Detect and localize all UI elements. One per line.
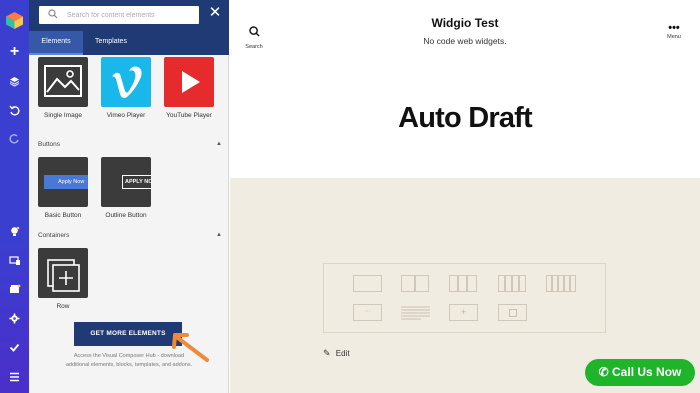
template-icon[interactable]	[498, 304, 527, 321]
menu-toggle[interactable]: ••• Menu	[659, 22, 689, 41]
layout-2-col[interactable]	[415, 275, 429, 292]
undo-icon[interactable]	[0, 99, 29, 121]
menu-icon[interactable]	[0, 366, 29, 388]
layout-4-col[interactable]	[519, 275, 526, 292]
section-containers[interactable]: Containers ▲	[38, 232, 222, 239]
element-youtube-player[interactable]: YouTube Player	[164, 57, 214, 120]
row-icon	[47, 259, 80, 292]
layout-4-col[interactable]	[512, 275, 519, 292]
vimeo-thumbnail	[101, 57, 151, 107]
site-description: No code web widgets.	[423, 36, 507, 46]
blank-element-icon[interactable]: ···	[353, 304, 382, 321]
layout-4-col[interactable]	[498, 275, 505, 292]
button-preview: APPLY NO	[122, 175, 151, 189]
layers-icon[interactable]	[0, 70, 29, 92]
play-icon	[182, 71, 200, 93]
section-buttons[interactable]: Buttons ▲	[38, 141, 222, 148]
collapse-icon[interactable]: ▲	[216, 232, 222, 238]
get-more-elements-button[interactable]: GET MORE ELEMENTS	[74, 322, 182, 346]
element-outline-button[interactable]: APPLY NO Outline Button	[101, 157, 151, 220]
image-icon	[44, 65, 82, 97]
search-box[interactable]	[39, 6, 199, 24]
redo-icon[interactable]	[0, 127, 29, 149]
edit-icon: ✎	[323, 348, 331, 358]
button-preview: Apply Now	[44, 175, 88, 189]
element-label: Single Image	[44, 112, 82, 119]
more-icon: •••	[668, 22, 680, 34]
edit-label: Edit	[335, 349, 350, 358]
call-label: Call Us Now	[612, 365, 682, 379]
outline-button-thumbnail: APPLY NO	[101, 157, 151, 207]
layout-5-col[interactable]	[570, 275, 576, 292]
logo-icon[interactable]	[6, 12, 23, 29]
check-icon[interactable]	[0, 336, 29, 358]
layout-1-col[interactable]	[353, 275, 382, 292]
row-thumbnail	[38, 248, 88, 298]
editor-toolbar: +	[0, 0, 29, 393]
phone-icon: ✆	[598, 365, 609, 379]
call-us-button[interactable]: ✆ Call Us Now	[585, 359, 695, 386]
element-label: Row	[56, 303, 70, 310]
element-label: Vimeo Player	[106, 112, 146, 119]
add-element-icon[interactable]: +	[0, 41, 29, 63]
layout-3-col[interactable]	[458, 275, 467, 292]
devices-icon[interactable]	[0, 249, 29, 271]
element-basic-button[interactable]: Apply Now Basic Button	[38, 157, 88, 220]
section-title: Containers	[38, 232, 70, 239]
section-title: Buttons	[38, 141, 61, 148]
layout-picker: ··· +	[323, 263, 606, 333]
layout-3-col[interactable]	[449, 275, 458, 292]
bulb-icon[interactable]	[0, 220, 29, 242]
pointer-arrow-icon	[172, 333, 209, 362]
panel-header: ✕ Elements Templates	[29, 0, 229, 55]
layout-3-col[interactable]	[467, 275, 477, 292]
add-element-icon[interactable]: +	[449, 304, 478, 321]
single-image-thumbnail	[38, 57, 88, 107]
element-single-image[interactable]: Single Image	[38, 57, 88, 120]
basic-button-thumbnail: Apply Now	[38, 157, 88, 207]
tab-elements[interactable]: Elements	[29, 31, 83, 55]
tab-templates[interactable]: Templates	[83, 31, 139, 55]
element-label: Outline Button	[105, 212, 147, 219]
panel-tabs: Elements Templates	[29, 31, 229, 55]
site-title[interactable]: Widgio Test	[230, 16, 700, 30]
hub-icon[interactable]	[0, 278, 29, 300]
collapse-icon[interactable]: ▲	[216, 141, 222, 147]
element-label: Basic Button	[44, 212, 82, 219]
layout-4-col[interactable]	[505, 275, 512, 292]
page-title-area: Auto Draft	[230, 60, 700, 178]
page-title[interactable]: Auto Draft	[230, 102, 700, 135]
search-icon	[48, 9, 58, 19]
settings-icon[interactable]	[0, 307, 29, 329]
element-vimeo-player[interactable]: Vimeo Player	[101, 57, 151, 120]
element-label: YouTube Player	[166, 112, 212, 119]
layout-2-col[interactable]	[401, 275, 415, 292]
menu-label: Menu	[667, 34, 681, 40]
element-row[interactable]: Row	[38, 248, 88, 311]
close-icon[interactable]: ✕	[206, 4, 224, 22]
search-input[interactable]	[67, 8, 192, 22]
vimeo-icon	[112, 66, 142, 98]
site-header: Search Widgio Test No code web widgets. …	[230, 0, 700, 60]
edit-link[interactable]: ✎ Edit	[323, 348, 350, 359]
text-block-icon[interactable]	[401, 306, 430, 320]
youtube-thumbnail	[164, 57, 214, 107]
